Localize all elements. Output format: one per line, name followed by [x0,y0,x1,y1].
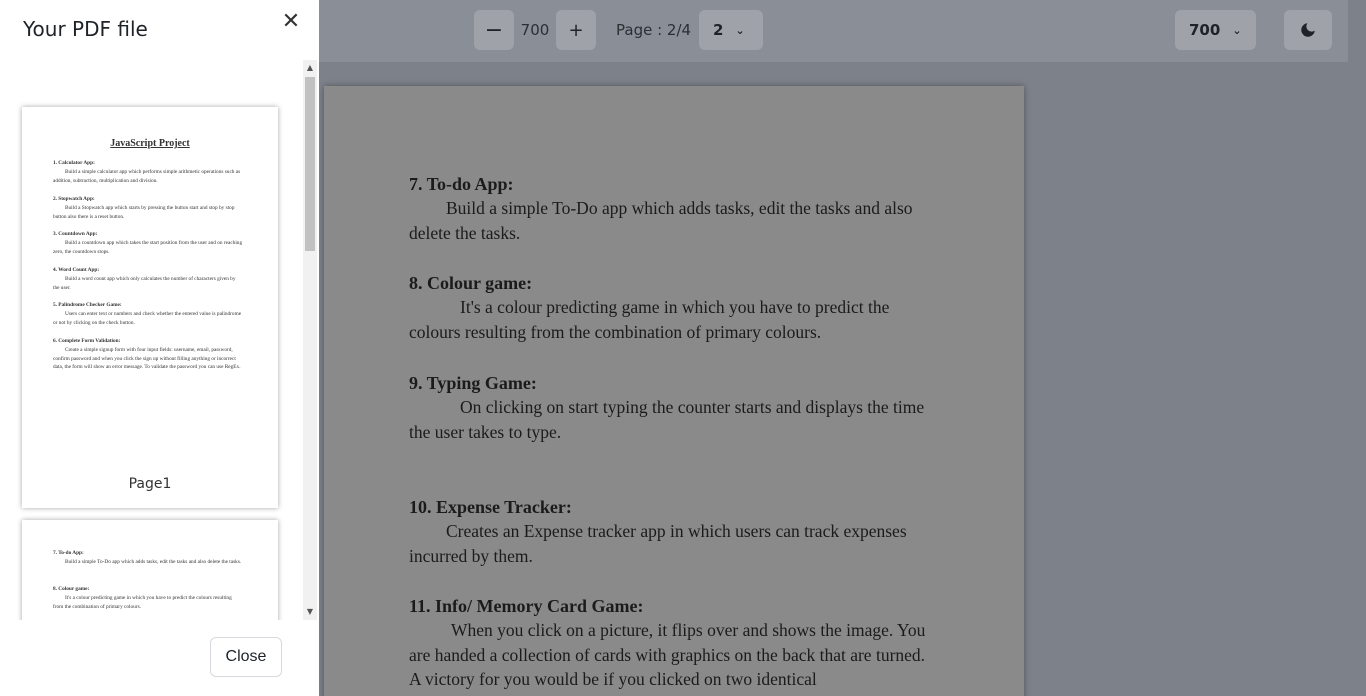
section-text: It's a colour predicting game in which y… [409,297,890,342]
thumbnail-item: 6. Complete Form Validation: Create a sim… [53,337,243,372]
section-text: When you click on a picture, it flips ov… [409,620,926,689]
zoom-in-button[interactable]: + [556,10,596,50]
moon-icon [1301,23,1315,37]
page-thumbnail-1[interactable]: JavaScript Project 1. Calculator App: Bui… [22,107,278,508]
zoom-select-value: 700 [1189,21,1221,39]
thumbnail-item-heading: 4. Word Count App: [53,267,100,273]
thumbnail-item-text: Build a word count app which only calcul… [53,275,236,291]
close-button[interactable]: Close [210,637,282,677]
chevron-down-icon: ⌄ [1232,23,1242,37]
theme-toggle-button[interactable] [1284,10,1332,50]
zoom-value: 700 [520,21,550,39]
thumbnail-page-label: Page1 [128,476,172,492]
thumbnail-item: 5. Palindrome Checker Game: Users can ent… [53,301,243,327]
thumbnail-item: 4. Word Count App: Build a word count app… [53,266,243,292]
thumbnail-item-heading: 1. Calculator App: [53,160,95,166]
thumbnail-item-text: It's a colour predicting game in which y… [53,594,232,610]
thumbnail-item-text: Build a simple calculator app which perf… [53,168,241,184]
section-text: Build a simple To-Do app which adds task… [409,198,913,243]
page-select-value: 2 [713,21,724,39]
section-text: On clicking on start typing the counter … [409,397,925,442]
section-heading: 11. Info/ Memory Card Game: [409,596,644,616]
thumbnail-item: 8. Colour game: It's a colour predicting … [53,585,243,611]
page-thumbnail-2[interactable]: 7. To-do App: Build a simple To-Do app wh… [22,520,278,620]
zoom-select[interactable]: 700 ⌄ [1175,10,1256,50]
pdf-sidebar: Your PDF file ✕ JavaScript Project 1. Ca… [0,0,319,696]
section-text: Creates an Expense tracker app in which … [409,521,907,566]
thumbnail-item-heading: 7. To-do App: [53,550,84,556]
pdf-section: 8. Colour game: It's a colour predicting… [409,271,939,344]
thumbnail-item-heading: 8. Colour game: [53,586,90,592]
pdf-page: 7. To-do App: Build a simple To-Do app w… [324,86,1024,696]
thumbnail-scrollbar[interactable]: ▲ ▼ [303,60,317,620]
minus-icon: − [484,17,504,43]
pdf-section: 7. To-do App: Build a simple To-Do app w… [409,172,939,245]
pdf-section: 9. Typing Game: On clicking on start typ… [409,371,939,444]
thumbnail-item: 3. Countdown App: Build a countdown app w… [53,230,243,256]
pdf-section: 10. Expense Tracker: Creates an Expense … [409,495,939,568]
zoom-out-button[interactable]: − [474,10,514,50]
main-scrollbar[interactable] [1348,0,1366,696]
chevron-down-icon: ⌄ [735,23,745,37]
thumbnail-item-text: Build a countdown app which takes the st… [53,239,243,255]
section-heading: 10. Expense Tracker: [409,497,572,517]
section-heading: 7. To-do App: [409,174,514,194]
pdf-section: 11. Info/ Memory Card Game: When you cli… [409,594,939,692]
thumbnail-item-heading: 6. Complete Form Validation: [53,338,121,344]
scroll-up-icon[interactable]: ▲ [303,60,317,76]
thumbnail-title: JavaScript Project [110,138,190,149]
thumbnail-item: 1. Calculator App: Build a simple calcula… [53,159,243,185]
plus-icon: + [568,19,584,41]
section-heading: 9. Typing Game: [409,373,537,393]
thumbnail-item: 7. To-do App: Build a simple To-Do app wh… [53,549,243,567]
thumbnail-item: 2. Stopwatch App: Build a Stopwatch app w… [53,195,243,221]
thumbnail-item-text: Users can enter text or numbers and chec… [53,310,242,326]
page-select[interactable]: 2 ⌄ [699,10,763,50]
thumbnail-item-text: Create a simple signup form with four in… [53,346,241,371]
sidebar-title: Your PDF file [23,17,148,41]
thumbnail-item-text: Build a simple To-Do app which adds task… [65,558,242,565]
thumbnail-item-text: Build a Stopwatch app which starts by pr… [53,204,235,220]
thumbnail-item-heading: 5. Palindrome Checker Game: [53,302,122,308]
page-indicator: Page : 2/4 [616,21,692,39]
section-heading: 8. Colour game: [409,273,533,293]
scroll-down-icon[interactable]: ▼ [303,604,317,620]
scrollbar-thumb[interactable] [305,77,315,251]
thumbnail-item-heading: 2. Stopwatch App: [53,196,95,202]
close-icon[interactable]: ✕ [280,10,302,34]
thumbnail-item-heading: 3. Countdown App: [53,231,98,237]
thumbnail-list[interactable]: JavaScript Project 1. Calculator App: Bui… [0,60,303,620]
